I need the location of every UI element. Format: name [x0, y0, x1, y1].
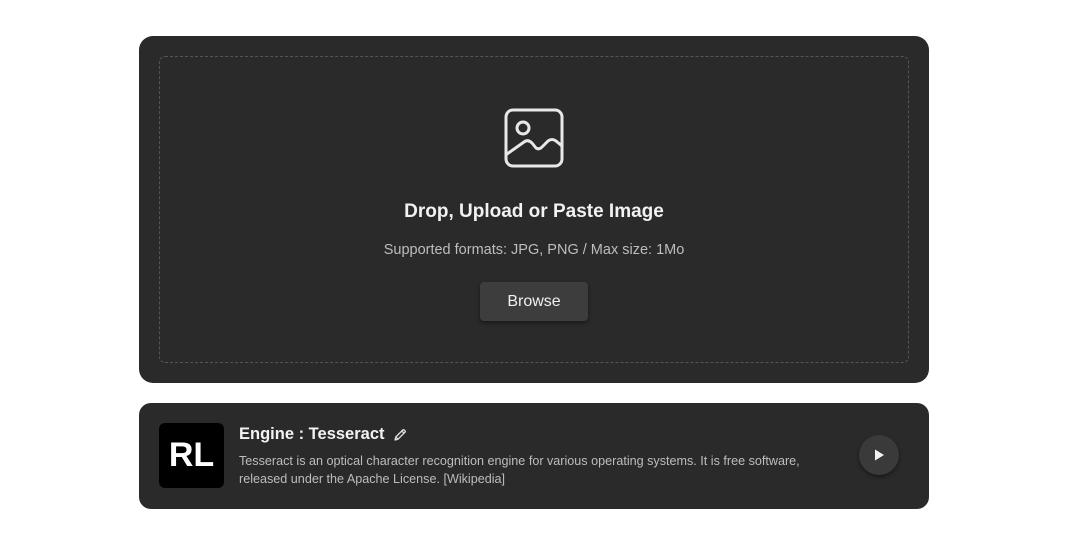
- engine-logo: RL: [159, 423, 224, 488]
- upload-title: Drop, Upload or Paste Image: [404, 201, 664, 222]
- engine-title: Engine : Tesseract: [239, 425, 385, 443]
- browse-button[interactable]: Browse: [480, 282, 588, 321]
- engine-description: Tesseract is an optical character recogn…: [239, 452, 851, 488]
- pencil-icon[interactable]: [393, 428, 407, 442]
- engine-title-row: Engine : Tesseract: [239, 425, 407, 444]
- upload-card: Drop, Upload or Paste Image Supported fo…: [139, 36, 929, 383]
- play-icon: [875, 449, 884, 461]
- engine-card: RL Engine : Tesseract Tesseract is an op…: [139, 403, 929, 509]
- image-icon: [504, 108, 564, 168]
- supported-formats-text: Supported formats: JPG, PNG / Max size: …: [383, 242, 685, 258]
- engine-description-text: Tesseract is an optical character recogn…: [239, 454, 800, 486]
- wikipedia-link[interactable]: [Wikipedia]: [443, 472, 505, 486]
- play-button[interactable]: [859, 435, 899, 475]
